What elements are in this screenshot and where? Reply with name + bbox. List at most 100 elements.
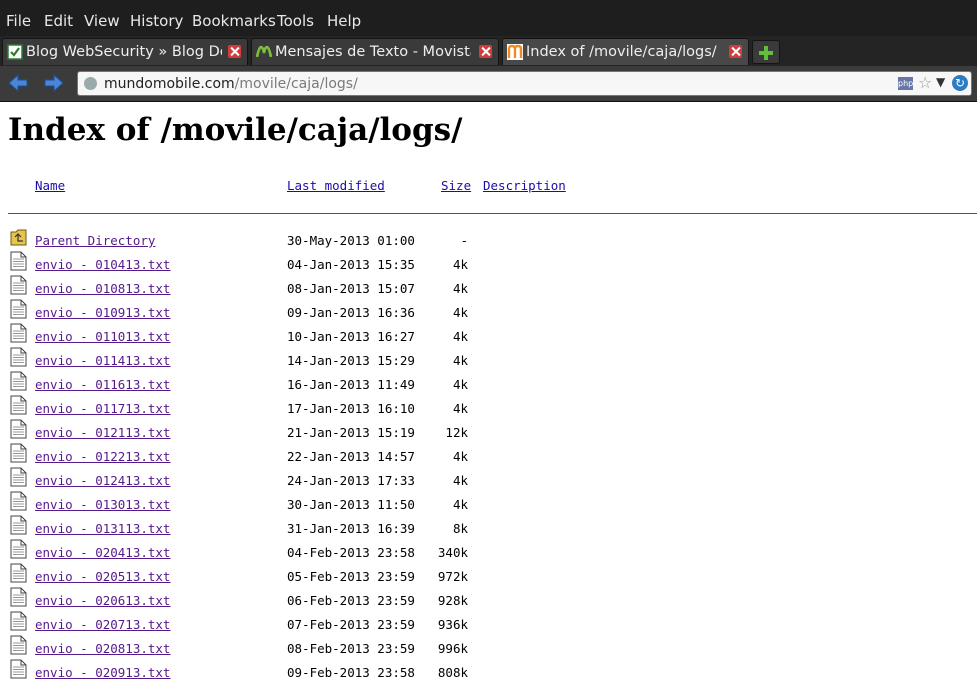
text-file-icon bbox=[10, 491, 27, 511]
back-arrow-icon[interactable] bbox=[7, 74, 29, 92]
file-size: 4k bbox=[452, 377, 468, 392]
text-file-icon bbox=[10, 323, 27, 343]
file-link[interactable]: envio - 020613.txt bbox=[35, 593, 170, 609]
forward-arrow-icon[interactable] bbox=[43, 74, 65, 92]
file-link[interactable]: envio - 010413.txt bbox=[35, 257, 170, 273]
file-link[interactable]: envio - 012213.txt bbox=[35, 449, 170, 465]
file-size: 4k bbox=[452, 473, 468, 488]
menu-help[interactable]: Help bbox=[327, 12, 361, 30]
file-link[interactable]: envio - 011013.txt bbox=[35, 329, 170, 345]
tab-bar: Blog WebSecurity » Blog De... Mensajes d… bbox=[0, 36, 977, 66]
text-file-icon bbox=[10, 563, 27, 583]
file-size: 4k bbox=[452, 305, 468, 320]
table-row: envio - 010413.txt 04-Jan-2013 15:35 4k bbox=[0, 251, 977, 281]
column-header-description[interactable]: Description bbox=[483, 178, 566, 194]
menu-history[interactable]: History bbox=[130, 12, 183, 30]
chevron-down-icon[interactable]: ▼ bbox=[936, 75, 945, 89]
file-size: 8k bbox=[452, 521, 468, 536]
column-header-size[interactable]: Size bbox=[441, 178, 471, 194]
file-modified: 31-Jan-2013 16:39 bbox=[287, 521, 415, 536]
menu-tools[interactable]: Tools bbox=[277, 12, 314, 30]
bookmark-star-icon[interactable]: ☆ bbox=[918, 73, 932, 92]
file-link[interactable]: envio - 012413.txt bbox=[35, 473, 170, 489]
tab-title: Mensajes de Texto - Movista... bbox=[275, 44, 471, 60]
file-modified: 05-Feb-2013 23:59 bbox=[287, 569, 415, 584]
file-size: 4k bbox=[452, 329, 468, 344]
column-header-last-modified[interactable]: Last modified bbox=[287, 178, 385, 194]
page-content: Index of /movile/caja/logs/ Name Last mo… bbox=[0, 102, 977, 691]
text-file-icon bbox=[10, 587, 27, 607]
table-row: envio - 020813.txt 08-Feb-2013 23:59 996k bbox=[0, 635, 977, 665]
page-title: Index of /movile/caja/logs/ bbox=[8, 112, 463, 148]
file-size: 928k bbox=[437, 593, 468, 608]
url-text[interactable]: mundomobile.com/movile/caja/logs/ bbox=[104, 75, 358, 93]
menu-view[interactable]: View bbox=[84, 12, 120, 30]
file-size: 4k bbox=[452, 401, 468, 416]
text-file-icon bbox=[10, 539, 27, 559]
close-tab-icon[interactable] bbox=[729, 45, 742, 58]
file-link[interactable]: envio - 011613.txt bbox=[35, 377, 170, 393]
file-link[interactable]: envio - 010813.txt bbox=[35, 281, 170, 297]
text-file-icon bbox=[10, 299, 27, 319]
text-file-icon bbox=[10, 347, 27, 367]
table-row: envio - 020513.txt 05-Feb-2013 23:59 972k bbox=[0, 563, 977, 593]
file-link[interactable]: envio - 013013.txt bbox=[35, 497, 170, 513]
file-modified: 04-Feb-2013 23:58 bbox=[287, 545, 415, 560]
file-modified: 07-Feb-2013 23:59 bbox=[287, 617, 415, 632]
table-row: envio - 013013.txt 30-Jan-2013 11:50 4k bbox=[0, 491, 977, 521]
file-modified: 16-Jan-2013 11:49 bbox=[287, 377, 415, 392]
text-file-icon bbox=[10, 515, 27, 535]
file-link[interactable]: envio - 020813.txt bbox=[35, 641, 170, 657]
text-file-icon bbox=[10, 371, 27, 391]
reload-icon[interactable]: ↻ bbox=[952, 75, 968, 91]
menu-file[interactable]: File bbox=[6, 12, 31, 30]
text-file-icon bbox=[10, 419, 27, 439]
file-link[interactable]: envio - 020713.txt bbox=[35, 617, 170, 633]
parent-directory-link[interactable]: Parent Directory bbox=[35, 233, 155, 249]
file-link[interactable]: envio - 010913.txt bbox=[35, 305, 170, 321]
column-header-name[interactable]: Name bbox=[35, 178, 65, 194]
text-file-icon bbox=[10, 611, 27, 631]
file-modified: 09-Jan-2013 16:36 bbox=[287, 305, 415, 320]
close-tab-icon[interactable] bbox=[479, 45, 492, 58]
file-modified: 22-Jan-2013 14:57 bbox=[287, 449, 415, 464]
new-tab-button[interactable] bbox=[752, 40, 780, 64]
text-file-icon bbox=[10, 467, 27, 487]
folder-up-icon bbox=[10, 229, 27, 246]
file-link[interactable]: envio - 011713.txt bbox=[35, 401, 170, 417]
table-row: envio - 010913.txt 09-Jan-2013 16:36 4k bbox=[0, 299, 977, 329]
tab-blog-websecurity[interactable]: Blog WebSecurity » Blog De... bbox=[2, 38, 248, 65]
tab-index-of-logs[interactable]: Index of /movile/caja/logs/ bbox=[502, 38, 749, 65]
file-size: - bbox=[460, 233, 468, 248]
url-path: /movile/caja/logs/ bbox=[234, 76, 358, 92]
file-modified: 21-Jan-2013 15:19 bbox=[287, 425, 415, 440]
table-row: envio - 012113.txt 21-Jan-2013 15:19 12k bbox=[0, 419, 977, 449]
file-link[interactable]: envio - 011413.txt bbox=[35, 353, 170, 369]
file-link[interactable]: envio - 020913.txt bbox=[35, 665, 170, 681]
tab-mensajes-de-texto[interactable]: Mensajes de Texto - Movista... bbox=[251, 38, 499, 65]
url-bar[interactable]: mundomobile.com/movile/caja/logs/ php ☆ … bbox=[77, 71, 972, 96]
menubar: File Edit View History Bookmarks Tools H… bbox=[0, 0, 977, 36]
file-modified: 24-Jan-2013 17:33 bbox=[287, 473, 415, 488]
menu-edit[interactable]: Edit bbox=[44, 12, 73, 30]
file-size: 4k bbox=[452, 257, 468, 272]
file-size: 340k bbox=[437, 545, 468, 560]
table-row: envio - 020913.txt 09-Feb-2013 23:58 808k bbox=[0, 659, 977, 689]
file-size: 4k bbox=[452, 497, 468, 512]
file-modified: 30-May-2013 01:00 bbox=[287, 233, 415, 248]
file-link[interactable]: envio - 020513.txt bbox=[35, 569, 170, 585]
file-modified: 08-Jan-2013 15:07 bbox=[287, 281, 415, 296]
file-modified: 30-Jan-2013 11:50 bbox=[287, 497, 415, 512]
table-row: envio - 012213.txt 22-Jan-2013 14:57 4k bbox=[0, 443, 977, 473]
menu-bookmarks[interactable]: Bookmarks bbox=[192, 12, 276, 30]
table-row: envio - 011713.txt 17-Jan-2013 16:10 4k bbox=[0, 395, 977, 425]
file-link[interactable]: envio - 013113.txt bbox=[35, 521, 170, 537]
file-link[interactable]: envio - 012113.txt bbox=[35, 425, 170, 441]
file-size: 4k bbox=[452, 353, 468, 368]
movistar-favicon-icon bbox=[256, 45, 272, 58]
file-modified: 17-Jan-2013 16:10 bbox=[287, 401, 415, 416]
file-link[interactable]: envio - 020413.txt bbox=[35, 545, 170, 561]
php-icon[interactable]: php bbox=[898, 77, 913, 90]
file-modified: 08-Feb-2013 23:59 bbox=[287, 641, 415, 656]
close-tab-icon[interactable] bbox=[228, 45, 241, 58]
